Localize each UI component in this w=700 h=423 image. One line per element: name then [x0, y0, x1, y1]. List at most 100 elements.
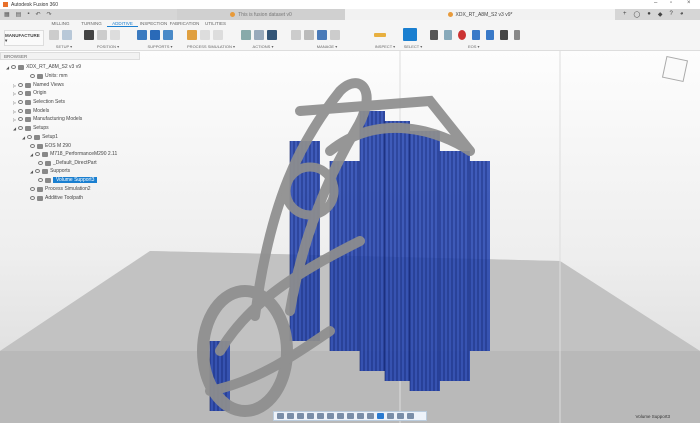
visual-style-icon[interactable]	[337, 413, 344, 419]
collapse-icon[interactable]: ◢	[30, 152, 33, 157]
visibility-icon[interactable]	[38, 178, 43, 182]
undo-icon[interactable]: ↶	[35, 11, 40, 18]
grid-icon[interactable]: ▦	[4, 11, 10, 18]
tree-item[interactable]: Units: mm	[30, 72, 68, 80]
select-icon[interactable]	[403, 28, 417, 41]
orbit-icon[interactable]	[277, 413, 284, 419]
post-process-icon[interactable]	[267, 29, 277, 40]
visibility-icon[interactable]	[30, 144, 35, 148]
workspace-dropdown[interactable]: MANUFACTURE ▾	[4, 30, 44, 46]
simulation-icon[interactable]	[187, 29, 197, 40]
eos-material-icon[interactable]	[458, 29, 466, 40]
new-tab-icon[interactable]: +	[623, 11, 627, 18]
select-group[interactable]: SELECT ▾	[403, 28, 423, 50]
visibility-icon[interactable]	[38, 161, 43, 165]
fit-icon[interactable]	[317, 413, 324, 419]
simulate-icon[interactable]	[254, 29, 264, 40]
expand-icon[interactable]: ▷	[13, 83, 16, 88]
visibility-icon[interactable]	[18, 126, 24, 130]
save-icon[interactable]: ▪	[27, 11, 29, 18]
visibility-icon[interactable]	[18, 109, 24, 113]
viewports-icon[interactable]	[357, 413, 364, 419]
close-button[interactable]: ×	[687, 0, 691, 6]
visibility-icon[interactable]	[35, 152, 41, 156]
generate-icon[interactable]	[241, 29, 251, 40]
visibility-icon[interactable]	[30, 187, 35, 191]
file-icon[interactable]: ▤	[16, 11, 22, 18]
help-icon[interactable]: ?	[669, 11, 672, 18]
job-status-icon[interactable]: ●	[647, 11, 651, 18]
place-icon[interactable]	[110, 29, 120, 40]
minimize-button[interactable]: –	[654, 0, 657, 6]
expand-icon[interactable]: ▷	[13, 91, 16, 96]
visibility-icon[interactable]	[30, 196, 35, 200]
tree-item[interactable]: ▷ Named Views	[13, 81, 64, 89]
look-at-icon[interactable]	[287, 413, 294, 419]
extensions-icon[interactable]: ◯	[634, 11, 641, 18]
setup-icon[interactable]	[62, 29, 72, 40]
tree-item[interactable]: _Default_DirectPart	[38, 159, 97, 167]
tree-item[interactable]: ▷ Models	[13, 107, 49, 115]
display-settings-icon[interactable]	[327, 413, 334, 419]
visibility-icon[interactable]	[18, 91, 24, 95]
notifications-icon[interactable]: ◆	[658, 11, 663, 18]
supports-group[interactable]: SUPPORTS ▾	[137, 28, 183, 50]
tool-library-icon[interactable]	[304, 29, 314, 40]
inspect-group[interactable]: INSPECT ▾	[374, 28, 396, 50]
collapse-icon[interactable]: ◢	[13, 126, 16, 131]
collapse-icon[interactable]: ◢	[30, 169, 33, 174]
visibility-icon[interactable]	[27, 135, 33, 139]
tab-turning[interactable]: TURNING	[76, 21, 107, 27]
visibility-icon[interactable]	[30, 74, 35, 78]
zoom-icon[interactable]	[307, 413, 314, 419]
measure-icon[interactable]	[374, 32, 386, 37]
tree-item[interactable]: ◢ XDX_RT_A8M_S2 v3 v9	[6, 63, 81, 71]
arrange-icon[interactable]	[97, 29, 107, 40]
effects-icon[interactable]	[367, 413, 374, 419]
bar-support-icon[interactable]	[163, 29, 173, 40]
tree-item[interactable]: ◢ Setup1	[22, 133, 58, 141]
browser-header[interactable]: BROWSER	[0, 52, 140, 60]
eos-help-icon[interactable]	[514, 29, 520, 40]
section-icon[interactable]	[397, 413, 404, 419]
visibility-icon[interactable]	[18, 83, 24, 87]
doc-tab-active[interactable]: XDX_RT_A8M_S2 v3 v9*	[345, 9, 615, 20]
tab-inspection[interactable]: INSPECTION	[138, 21, 169, 27]
tree-item[interactable]: Volume Support3	[38, 176, 98, 184]
process-simulation-group[interactable]: PROCESS SIMULATION ▾	[187, 28, 235, 50]
view-cube[interactable]	[661, 55, 689, 83]
maximize-button[interactable]: ▫	[670, 0, 672, 6]
tab-additive[interactable]: ADDITIVE	[107, 21, 138, 27]
post-library-icon[interactable]	[330, 29, 340, 40]
eos-settings-icon[interactable]	[444, 29, 452, 40]
cart-icon[interactable]	[500, 29, 508, 40]
visibility-icon[interactable]	[11, 65, 17, 69]
tree-item[interactable]: Process Simulation2	[30, 185, 91, 193]
tree-item[interactable]: ▷ Origin	[13, 89, 46, 97]
collapse-icon[interactable]: ◢	[6, 65, 9, 70]
sim-icon[interactable]	[200, 29, 210, 40]
doc-tab[interactable]: This is fusion dataset v0	[177, 9, 345, 20]
expand-icon[interactable]: ▷	[13, 117, 16, 122]
tree-item[interactable]: EOS M 290	[30, 142, 71, 150]
eos-group[interactable]: EOS ▾	[430, 28, 540, 50]
account-icon[interactable]: ◕	[680, 11, 684, 18]
tree-item[interactable]: Additive Toolpath	[30, 194, 83, 202]
support-icon[interactable]	[137, 29, 147, 40]
volume-support-icon[interactable]	[150, 29, 160, 40]
position-group[interactable]: POSITION ▾	[84, 28, 132, 50]
collapse-icon[interactable]: ◢	[22, 135, 25, 140]
template-icon[interactable]	[291, 29, 301, 40]
machine-library-icon[interactable]	[317, 29, 327, 40]
environment-icon[interactable]	[377, 413, 384, 419]
tab-milling[interactable]: MILLING	[45, 21, 76, 27]
grid-settings-icon[interactable]	[347, 413, 354, 419]
tree-item[interactable]: ◢ M718_PerformanceM290 2.11	[30, 150, 117, 158]
selection-filter-icon[interactable]	[407, 413, 414, 419]
eos-import-icon[interactable]	[486, 29, 494, 40]
visibility-icon[interactable]	[18, 117, 24, 121]
visibility-icon[interactable]	[18, 100, 24, 104]
compensate-icon[interactable]	[213, 29, 223, 40]
move-icon[interactable]	[84, 29, 94, 40]
camera-icon[interactable]	[387, 413, 394, 419]
